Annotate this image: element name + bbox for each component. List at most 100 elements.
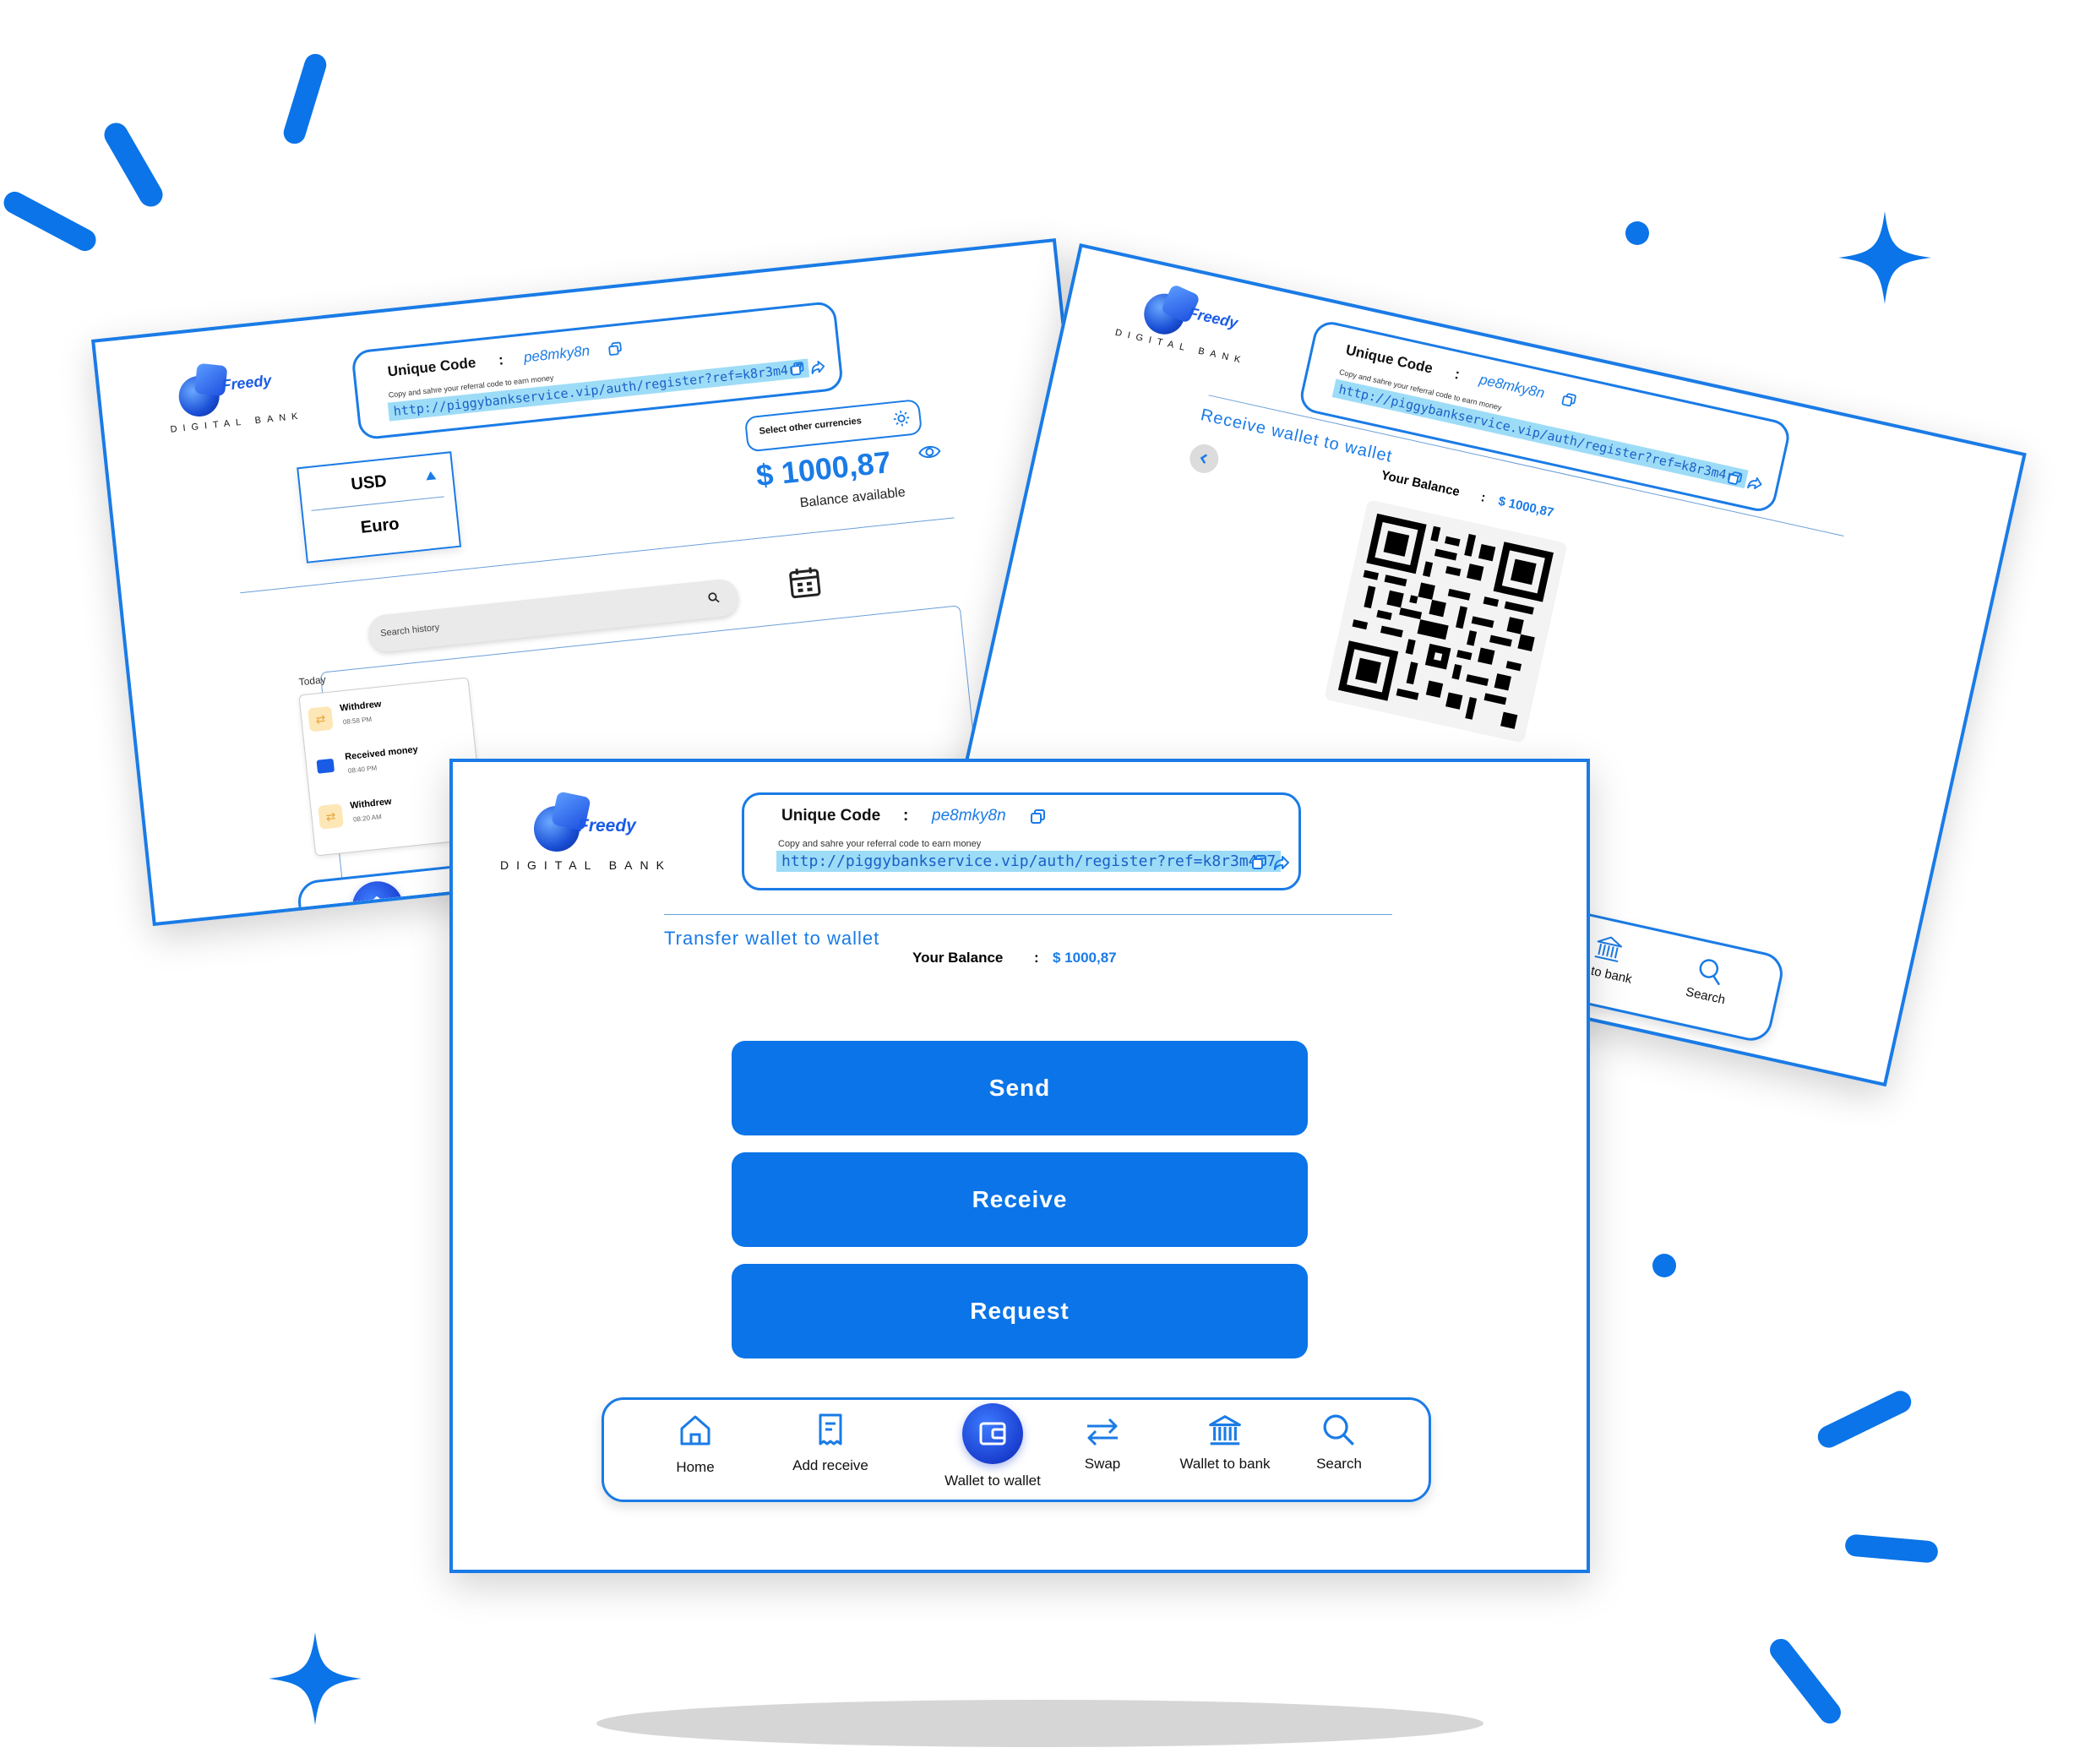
- nav-add-receive[interactable]: Add receive: [771, 1412, 890, 1474]
- search-icon: [1323, 1414, 1354, 1446]
- freedy-logo: Freedy DIGITAL BANK: [500, 781, 669, 872]
- ground-shadow: [596, 1700, 1483, 1747]
- select-currencies-label: Select other currencies: [759, 416, 863, 437]
- history-item-time: 08:20 AM: [352, 813, 383, 824]
- receive-button[interactable]: Receive: [732, 1152, 1308, 1247]
- send-button[interactable]: Send: [732, 1041, 1308, 1135]
- currency-option-usd[interactable]: USD: [350, 471, 387, 494]
- dropdown-divider: [311, 496, 444, 511]
- bank-icon: [1209, 1415, 1241, 1446]
- brand-name: Freedy: [578, 816, 636, 836]
- search-history-placeholder: Search history: [379, 622, 440, 640]
- decorative-dash: [100, 118, 167, 211]
- history-item-title: Withdrew: [339, 699, 383, 714]
- unique-code-label: Unique Code: [781, 807, 881, 825]
- bank-icon: [1594, 936, 1623, 963]
- nav-label: Wallet to bank: [1179, 1456, 1271, 1472]
- copy-icon[interactable]: [1251, 854, 1268, 871]
- back-button[interactable]: [1187, 441, 1222, 476]
- unique-code-separator: :: [498, 351, 504, 368]
- brand-name: Freedy: [220, 372, 273, 395]
- freedy-logo: Freedy DIGITAL BANK: [1112, 275, 1293, 385]
- nav-search[interactable]: Search: [1667, 950, 1751, 1011]
- decorative-dot: [1625, 221, 1649, 245]
- currency-option-euro[interactable]: Euro: [360, 514, 400, 538]
- nav-label: Home: [676, 1459, 715, 1475]
- sparkle-icon: [269, 1632, 362, 1725]
- referral-box: Unique Code : pe8mky8n Copy and sahre yo…: [742, 792, 1301, 890]
- share-icon[interactable]: [1746, 474, 1764, 492]
- nav-label: Add receive: [792, 1457, 868, 1473]
- wallet-icon: [962, 1403, 1023, 1464]
- copy-icon[interactable]: [1030, 808, 1047, 825]
- balance-separator: :: [1479, 490, 1487, 505]
- calendar-icon[interactable]: [787, 564, 824, 601]
- eye-icon[interactable]: [917, 443, 942, 462]
- transfer-icon: ⇄: [318, 803, 344, 830]
- freedy-logo: Freedy DIGITAL BANK: [164, 350, 340, 443]
- nav-label: Swap: [1084, 1456, 1121, 1472]
- copy-icon[interactable]: [1560, 391, 1578, 409]
- nav-label: Wallet to wallet: [945, 1473, 1041, 1489]
- balance-amount: $ 1000,87: [1496, 493, 1555, 520]
- unique-code-value: pe8mky8n: [1478, 371, 1547, 402]
- request-button[interactable]: Request: [732, 1264, 1308, 1358]
- brand-tagline: DIGITAL BANK: [1113, 327, 1248, 367]
- transfer-screen-card: Freedy DIGITAL BANK Unique Code : pe8mky…: [449, 759, 1590, 1573]
- decorative-dot: [1652, 1254, 1676, 1277]
- decorative-dash: [0, 188, 101, 255]
- referral-box: Unique Code : pe8mky8n Copy and sahre yo…: [1297, 318, 1793, 515]
- nav-search[interactable]: Search: [1297, 1412, 1381, 1473]
- divider: [664, 914, 1392, 915]
- balance-amount: $ 1000,87: [1053, 950, 1117, 966]
- select-currencies-button[interactable]: Select other currencies: [743, 398, 923, 453]
- decorative-dash: [1765, 1634, 1846, 1729]
- copy-icon[interactable]: [1726, 470, 1744, 487]
- balance-amount-large: $ 1000,87: [754, 444, 893, 493]
- balance-available-label: Balance available: [798, 485, 906, 511]
- transfer-title: Transfer wallet to wallet: [664, 928, 880, 949]
- referral-hint: Copy and sahre your referral code to ear…: [778, 839, 982, 849]
- unique-code-separator: :: [903, 807, 909, 825]
- history-item-title: Received money: [344, 744, 419, 763]
- nav-swap[interactable]: Swap: [1060, 1415, 1145, 1473]
- nav-home[interactable]: Home: [333, 877, 424, 927]
- balance-label: Your Balance: [1380, 467, 1462, 500]
- copy-icon[interactable]: [789, 361, 806, 378]
- transfer-icon: ⇄: [308, 705, 334, 732]
- nav-home[interactable]: Home: [653, 1412, 738, 1476]
- sparkle-icon: [1838, 211, 1931, 304]
- decorative-dash: [1814, 1387, 1915, 1451]
- unique-code-value: pe8mky8n: [932, 807, 1006, 825]
- referral-link[interactable]: http://piggybankservice.vip/auth/registe…: [776, 851, 1282, 872]
- gear-icon: [893, 411, 910, 427]
- brand-tagline: DIGITAL BANK: [500, 858, 672, 872]
- list-item[interactable]: Received money 08:40 PM: [312, 735, 467, 793]
- copy-icon[interactable]: [607, 340, 624, 357]
- home-icon: [350, 879, 406, 927]
- bottom-nav: Home Add receive Wallet to wallet Swap W…: [602, 1397, 1431, 1502]
- balance-label: Your Balance: [912, 950, 1004, 966]
- chevron-up-icon: [426, 471, 437, 481]
- list-item[interactable]: ⇄ Withdrew 08:58 PM: [307, 686, 462, 744]
- search-icon: [1699, 959, 1721, 986]
- balance-separator: :: [1034, 950, 1039, 966]
- search-icon: [708, 592, 720, 603]
- nav-wallet-to-bank[interactable]: Wallet to bank: [1162, 1413, 1288, 1473]
- unique-code-separator: :: [1453, 366, 1462, 383]
- share-icon[interactable]: [809, 358, 826, 375]
- qr-code: [1324, 499, 1568, 743]
- history-item-title: Withdrew: [349, 796, 393, 811]
- decorative-dash: [1844, 1533, 1939, 1564]
- currency-dropdown[interactable]: USD Euro: [297, 451, 462, 564]
- history-item-time: 08:58 PM: [342, 715, 373, 727]
- share-icon[interactable]: [1273, 854, 1290, 871]
- receipt-icon: [819, 1413, 842, 1446]
- nav-wallet-to-wallet[interactable]: Wallet to wallet: [908, 1403, 1077, 1489]
- unique-code-value: pe8mky8n: [523, 342, 591, 366]
- wallet-icon: [316, 758, 335, 774]
- decorative-dash: [280, 51, 329, 147]
- chevron-left-icon: [1200, 454, 1208, 464]
- brand-name: Freedy: [1187, 304, 1240, 332]
- swap-icon: [1087, 1418, 1118, 1446]
